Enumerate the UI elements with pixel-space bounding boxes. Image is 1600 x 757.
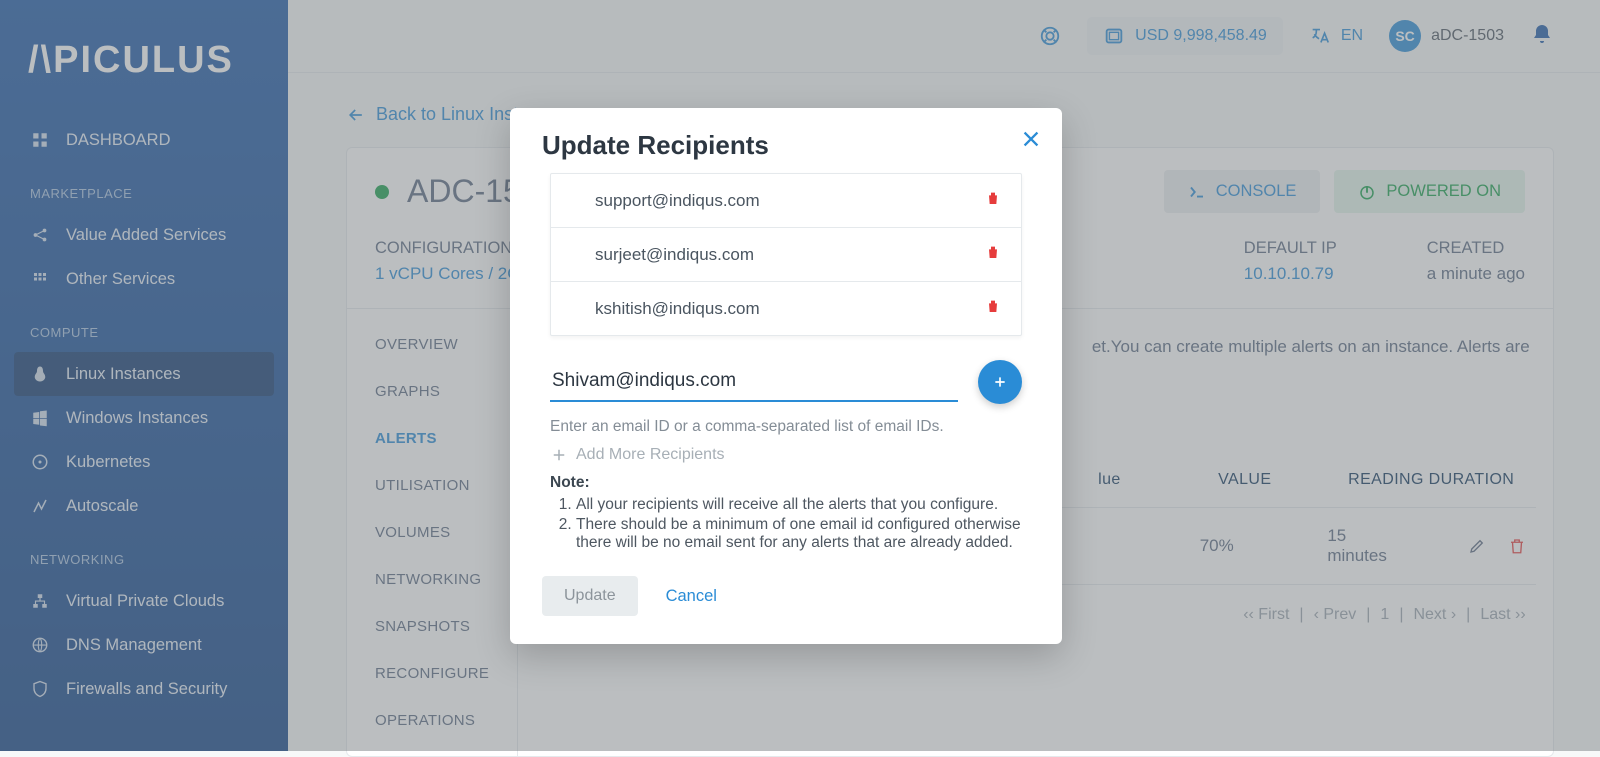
add-more-label: Add More Recipients (576, 446, 725, 464)
update-button[interactable]: Update (542, 576, 638, 616)
delete-recipient-button[interactable] (985, 189, 1001, 212)
recipient-row: kshitish@indiqus.com (551, 282, 1021, 335)
plus-icon (550, 446, 568, 464)
recipient-row: surjeet@indiqus.com (551, 228, 1021, 282)
add-recipient-button[interactable] (978, 360, 1022, 404)
trash-icon (985, 297, 1001, 315)
recipient-email: kshitish@indiqus.com (595, 299, 760, 319)
input-hint: Enter an email ID or a comma-separated l… (550, 418, 1022, 436)
note-label: Note: (550, 474, 1022, 492)
close-icon (1020, 128, 1042, 150)
plus-icon (992, 374, 1008, 390)
cancel-button[interactable]: Cancel (666, 587, 717, 606)
recipient-email: surjeet@indiqus.com (595, 245, 754, 265)
trash-icon (985, 243, 1001, 261)
update-recipients-modal: Update Recipients support@indiqus.com su… (510, 108, 1062, 644)
close-button[interactable] (1020, 128, 1042, 155)
modal-title: Update Recipients (542, 130, 1030, 161)
note-item: There should be a minimum of one email i… (576, 516, 1022, 552)
recipient-row: support@indiqus.com (551, 174, 1021, 228)
trash-icon (985, 189, 1001, 207)
recipient-email: support@indiqus.com (595, 191, 760, 211)
delete-recipient-button[interactable] (985, 297, 1001, 320)
email-input[interactable] (550, 362, 958, 402)
delete-recipient-button[interactable] (985, 243, 1001, 266)
note-item: All your recipients will receive all the… (576, 496, 1022, 514)
add-more-recipients[interactable]: Add More Recipients (550, 446, 1022, 464)
note: Note: All your recipients will receive a… (550, 474, 1022, 552)
recipients-list: support@indiqus.com surjeet@indiqus.com … (550, 173, 1022, 336)
